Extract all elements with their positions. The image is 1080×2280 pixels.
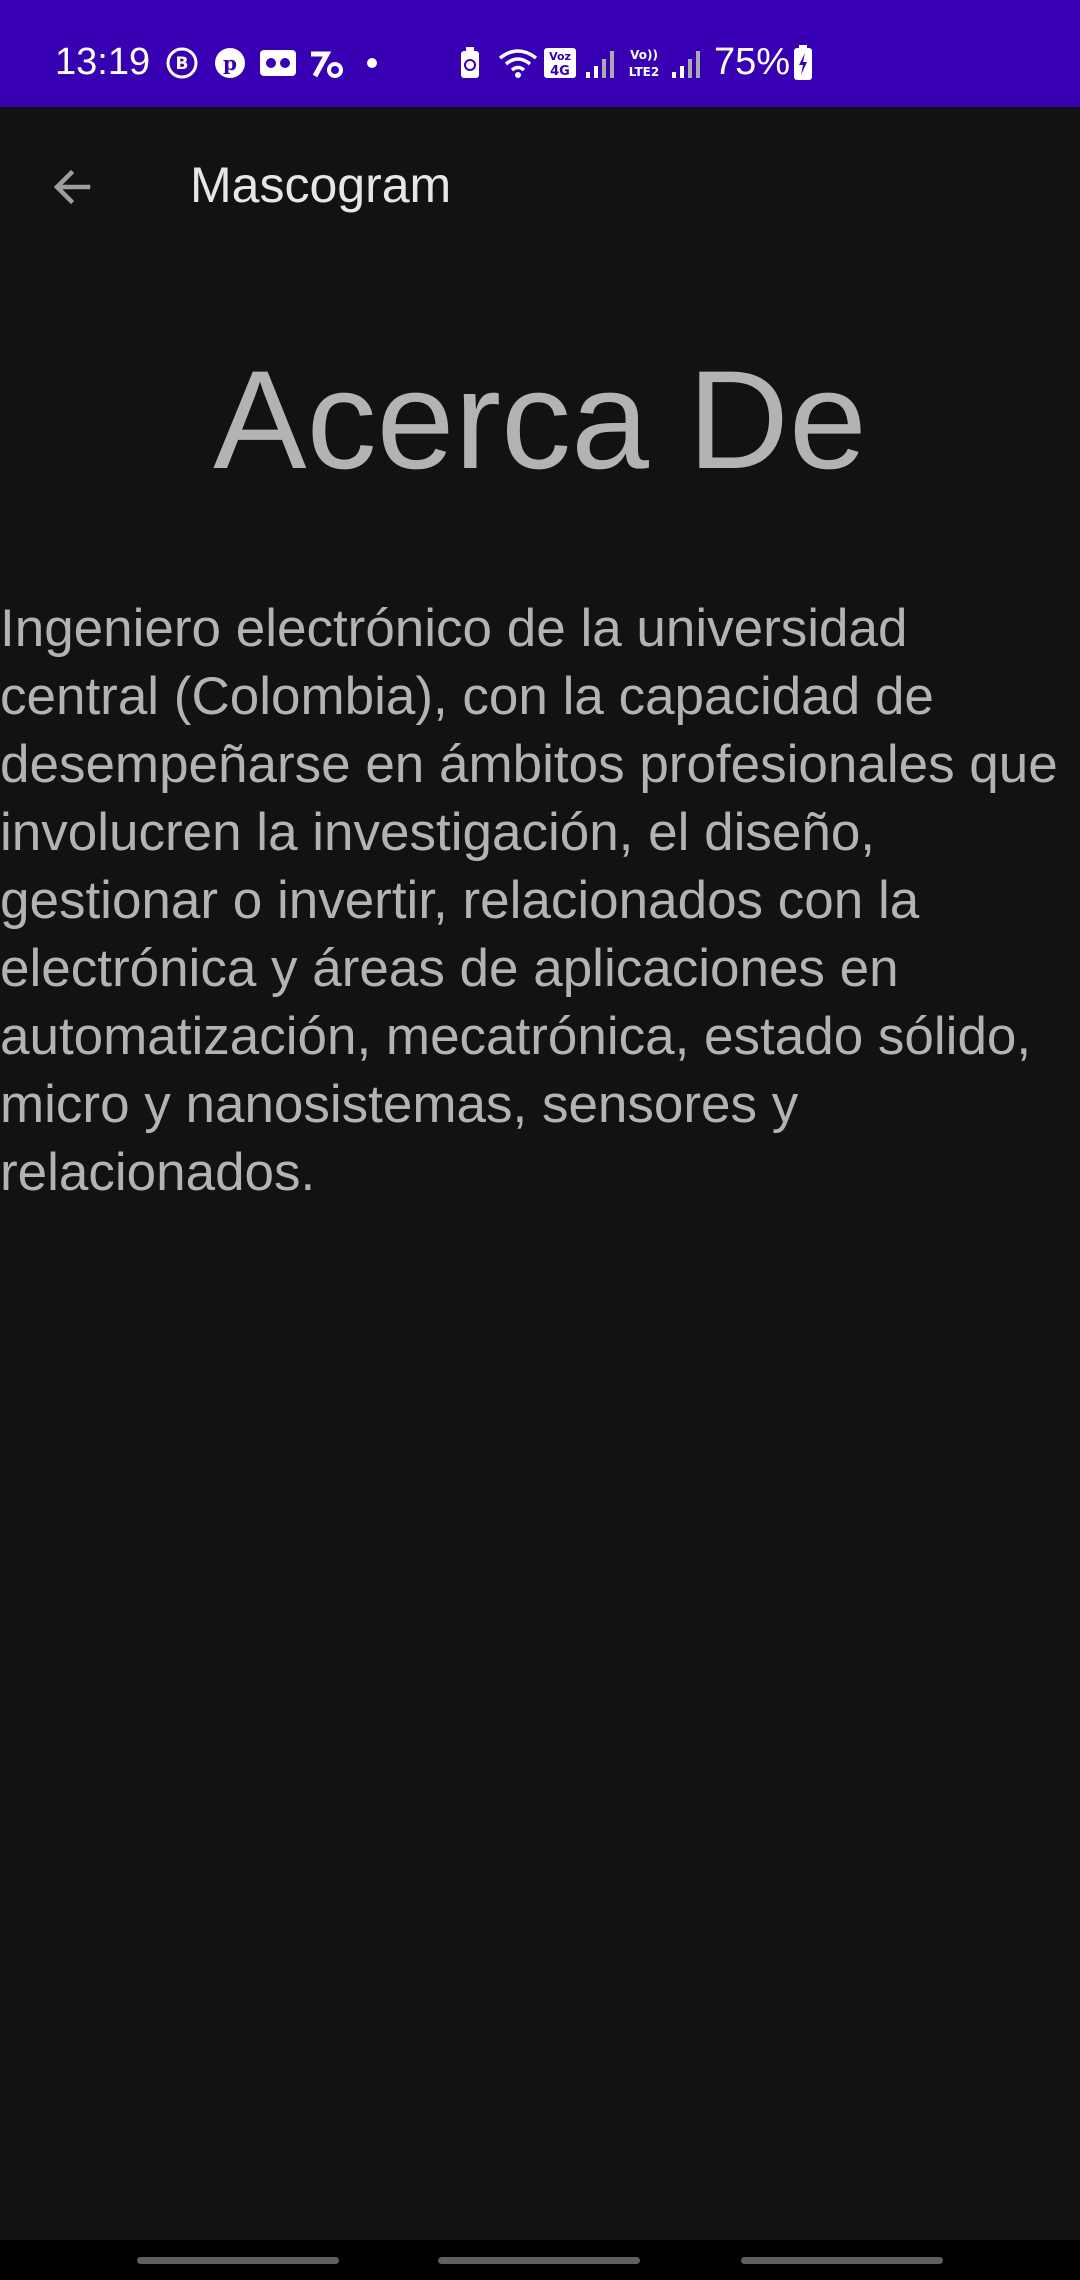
voicemail-icon [260,50,296,76]
svg-text:Voz: Voz [549,50,571,63]
app-title: Mascogram [190,157,452,213]
pinterest-icon: p [215,48,245,78]
app-bar: Mascogram [0,107,1080,259]
svg-text:LTE2: LTE2 [629,65,659,79]
navigation-bar [0,2240,1080,2280]
status-bar: 13:19 B p Voz 4G Vo)) LTE2 75% [0,0,1080,107]
svg-text:B: B [176,54,189,74]
app-icon [311,51,343,78]
signal-icon-2 [672,51,700,78]
about-description: Ingeniero electrónico de la universidad … [0,599,1058,1202]
svg-text:4G: 4G [550,64,570,79]
page-heading: Acerca De [213,341,867,498]
volte-4g-icon: Voz 4G [544,48,576,79]
svg-text:p: p [223,51,237,75]
signal-icon [586,51,614,78]
battery-percent: 75% [714,41,791,83]
back-button[interactable] [30,145,114,229]
battery-charging-icon [794,45,812,80]
arrow-back-icon [53,169,91,205]
nav-recents-handle[interactable] [137,2257,339,2264]
nav-home-handle[interactable] [438,2257,640,2264]
status-time: 13:19 [55,41,151,83]
svg-text:Vo)): Vo)) [630,48,658,62]
notification-dot-icon [367,58,377,68]
nav-back-handle[interactable] [741,2257,943,2264]
battery-saver-icon [461,47,479,78]
wifi-icon [498,49,538,78]
about-screen: 13:19 B p Voz 4G Vo)) LTE2 75% Mascogram… [0,0,1080,2280]
volte-lte2-icon: Vo)) LTE2 [629,48,659,79]
b-messenger-icon: B [166,47,198,79]
